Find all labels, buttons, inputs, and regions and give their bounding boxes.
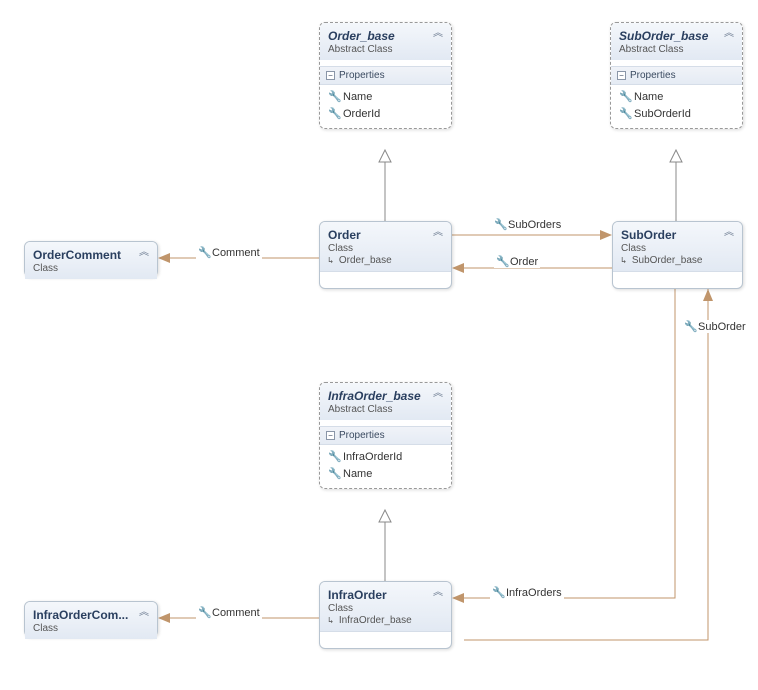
assoc-label-comment: 🔧Comment	[196, 246, 262, 259]
collapse-icon[interactable]: ︽	[139, 610, 149, 616]
collapse-icon[interactable]: ︽	[724, 230, 734, 236]
assoc-label-suborders: 🔧SubOrders	[492, 218, 563, 231]
wrench-icon: 🔧	[619, 107, 631, 120]
wrench-icon: 🔧	[328, 467, 340, 480]
collapse-icon[interactable]: ︽	[139, 250, 149, 256]
base-class: Order_base	[328, 255, 443, 266]
properties-header[interactable]: −Properties	[320, 66, 451, 85]
collapse-icon[interactable]: ︽	[433, 31, 443, 37]
class-stereotype: Class	[328, 603, 443, 614]
property-item[interactable]: 🔧Name	[326, 88, 445, 105]
property-item[interactable]: 🔧Name	[326, 465, 445, 482]
properties-header[interactable]: −Properties	[320, 426, 451, 445]
class-infraorder[interactable]: InfraOrder Class InfraOrder_base ︽	[319, 581, 452, 649]
collapse-icon[interactable]: ︽	[433, 230, 443, 236]
class-order-base[interactable]: Order_base Abstract Class ︽ −Properties …	[319, 22, 452, 129]
wrench-icon: 🔧	[684, 320, 696, 333]
class-name: SubOrder	[621, 228, 734, 242]
class-stereotype: Abstract Class	[328, 404, 443, 415]
wrench-icon: 🔧	[198, 246, 210, 259]
toggle-icon[interactable]: −	[326, 431, 335, 440]
property-item[interactable]: 🔧Name	[617, 88, 736, 105]
class-name: InfraOrderCom...	[33, 608, 149, 622]
assoc-label-suborder: 🔧SubOrder	[682, 320, 748, 333]
property-item[interactable]: 🔧SubOrderId	[617, 105, 736, 122]
property-item[interactable]: 🔧InfraOrderId	[326, 448, 445, 465]
wrench-icon: 🔧	[619, 90, 631, 103]
class-header: SubOrder Class SubOrder_base ︽	[613, 222, 742, 271]
base-class: SubOrder_base	[621, 255, 734, 266]
class-name: SubOrder_base	[619, 29, 734, 43]
properties-list: 🔧Name 🔧SubOrderId	[611, 85, 742, 128]
class-suborder-base[interactable]: SubOrder_base Abstract Class ︽ −Properti…	[610, 22, 743, 129]
collapse-icon[interactable]: ︽	[433, 590, 443, 596]
wrench-icon: 🔧	[496, 255, 508, 268]
properties-list: 🔧InfraOrderId 🔧Name	[320, 445, 451, 488]
class-infraordercomment[interactable]: InfraOrderCom... Class ︽	[24, 601, 158, 637]
class-header: InfraOrder Class InfraOrder_base ︽	[320, 582, 451, 631]
class-name: Order_base	[328, 29, 443, 43]
class-stereotype: Class	[328, 243, 443, 254]
class-name: InfraOrder_base	[328, 389, 443, 403]
class-header: InfraOrderCom... Class ︽	[25, 602, 157, 639]
wrench-icon: 🔧	[492, 586, 504, 599]
toggle-icon[interactable]: −	[617, 71, 626, 80]
wrench-icon: 🔧	[328, 90, 340, 103]
collapse-icon[interactable]: ︽	[724, 31, 734, 37]
collapse-icon[interactable]: ︽	[433, 391, 443, 397]
class-header: Order Class Order_base ︽	[320, 222, 451, 271]
properties-header[interactable]: −Properties	[611, 66, 742, 85]
class-header: SubOrder_base Abstract Class ︽	[611, 23, 742, 60]
class-suborder[interactable]: SubOrder Class SubOrder_base ︽	[612, 221, 743, 289]
property-item[interactable]: 🔧OrderId	[326, 105, 445, 122]
wrench-icon: 🔧	[328, 450, 340, 463]
class-stereotype: Abstract Class	[619, 44, 734, 55]
properties-list: 🔧Name 🔧OrderId	[320, 85, 451, 128]
class-stereotype: Abstract Class	[328, 44, 443, 55]
wrench-icon: 🔧	[328, 107, 340, 120]
class-name: Order	[328, 228, 443, 242]
class-stereotype: Class	[33, 263, 149, 274]
toggle-icon[interactable]: −	[326, 71, 335, 80]
assoc-label-comment2: 🔧Comment	[196, 606, 262, 619]
class-order[interactable]: Order Class Order_base ︽	[319, 221, 452, 289]
assoc-label-infraorders: 🔧InfraOrders	[490, 586, 564, 599]
base-class: InfraOrder_base	[328, 615, 443, 626]
class-header: Order_base Abstract Class ︽	[320, 23, 451, 60]
class-header: OrderComment Class ︽	[25, 242, 157, 279]
class-stereotype: Class	[33, 623, 149, 634]
wrench-icon: 🔧	[198, 606, 210, 619]
class-infraorder-base[interactable]: InfraOrder_base Abstract Class ︽ −Proper…	[319, 382, 452, 489]
class-ordercomment[interactable]: OrderComment Class ︽	[24, 241, 158, 277]
wrench-icon: 🔧	[494, 218, 506, 231]
class-name: InfraOrder	[328, 588, 443, 602]
class-header: InfraOrder_base Abstract Class ︽	[320, 383, 451, 420]
assoc-label-order: 🔧Order	[494, 255, 540, 268]
class-name: OrderComment	[33, 248, 149, 262]
class-stereotype: Class	[621, 243, 734, 254]
